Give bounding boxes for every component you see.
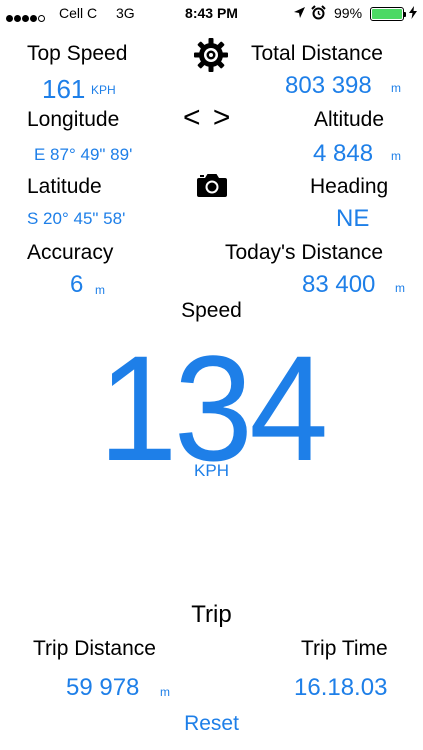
top-speed-unit: KPH xyxy=(91,83,116,97)
longitude-value: E 87° 49" 89' xyxy=(34,145,133,164)
accuracy-label: Accuracy xyxy=(27,241,114,264)
speed-unit: KPH xyxy=(194,461,229,480)
gear-icon xyxy=(194,38,228,72)
settings-button[interactable] xyxy=(193,37,229,78)
accuracy-value: 6 xyxy=(70,271,84,298)
heading-value: NE xyxy=(336,205,370,232)
trip-distance-value: 59 978 xyxy=(66,674,140,701)
altitude-value: 4 848 xyxy=(313,140,374,167)
todays-distance-value: 83 400 xyxy=(302,271,376,298)
nav-arrows-button[interactable]: < > xyxy=(183,101,232,135)
total-distance-value: 803 398 xyxy=(285,72,372,99)
latitude-value: S 20° 45" 58' xyxy=(27,209,126,228)
top-speed-label: Top Speed xyxy=(27,42,128,65)
longitude-label: Longitude xyxy=(27,108,120,131)
trip-title: Trip xyxy=(191,601,232,628)
top-speed-value: 161 xyxy=(42,74,86,104)
camera-icon xyxy=(197,174,227,197)
total-distance-unit: m xyxy=(391,81,401,95)
trip-time-value: 16.18.03 xyxy=(294,674,388,701)
alarm-clock-icon xyxy=(311,5,326,25)
accuracy-unit: m xyxy=(95,283,105,297)
todays-distance-label: Today's Distance xyxy=(225,241,384,264)
charging-bolt-icon xyxy=(409,6,417,24)
latitude-label: Latitude xyxy=(27,175,102,198)
trip-distance-unit: m xyxy=(160,685,170,699)
altitude-label: Altitude xyxy=(314,108,385,131)
todays-distance-unit: m xyxy=(395,281,405,295)
trip-distance-label: Trip Distance xyxy=(33,637,156,660)
camera-button[interactable] xyxy=(196,172,228,203)
total-distance-label: Total Distance xyxy=(251,42,383,65)
speed-label: Speed xyxy=(181,299,242,322)
altitude-unit: m xyxy=(391,149,401,163)
trip-time-label: Trip Time xyxy=(301,637,388,660)
battery-percent: 99% xyxy=(334,5,363,21)
reset-button[interactable]: Reset xyxy=(0,712,423,736)
heading-label: Heading xyxy=(310,175,389,198)
battery-icon xyxy=(370,7,406,21)
location-arrow-icon xyxy=(293,6,306,24)
